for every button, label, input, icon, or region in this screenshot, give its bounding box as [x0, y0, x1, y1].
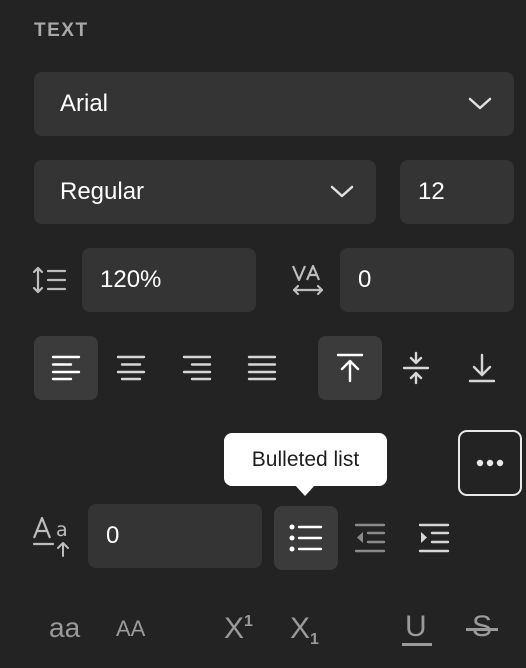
align-middle-button[interactable]	[384, 336, 448, 400]
outdent-icon	[354, 523, 386, 553]
font-style-dropdown[interactable]: Regular	[34, 160, 376, 224]
lowercase-button[interactable]: aa	[49, 612, 80, 644]
align-center-button[interactable]	[99, 336, 163, 400]
letter-spacing-value: 0	[358, 266, 372, 293]
line-height-value: 120%	[100, 266, 162, 293]
more-icon	[476, 459, 504, 467]
subscript-mark: 1	[310, 631, 319, 648]
font-size-input[interactable]: 12	[400, 160, 514, 224]
letter-spacing-icon	[290, 262, 326, 298]
tooltip-arrow	[294, 484, 316, 496]
chevron-down-icon	[468, 97, 492, 111]
font-size-value: 12	[418, 178, 445, 205]
superscript-mark: 1	[244, 613, 253, 630]
paragraph-spacing-value: 0	[106, 522, 120, 549]
underline-letter: U	[405, 610, 427, 643]
strikethrough-letter: S	[472, 610, 493, 643]
section-title: TEXT	[34, 20, 89, 41]
paragraph-spacing-input[interactable]: 0	[88, 504, 262, 568]
align-center-icon	[116, 355, 146, 381]
bulleted-list-button[interactable]	[274, 506, 338, 570]
outdent-button[interactable]	[338, 506, 402, 570]
superscript-base: X	[224, 612, 245, 645]
superscript-button[interactable]: X1	[224, 612, 253, 646]
align-bottom-button[interactable]	[450, 336, 514, 400]
font-style-value: Regular	[60, 178, 145, 205]
letter-spacing-input[interactable]: 0	[340, 248, 514, 312]
svg-text:a: a	[56, 519, 68, 541]
align-top-icon	[336, 353, 364, 383]
align-left-button[interactable]	[34, 336, 98, 400]
chevron-down-icon	[330, 185, 354, 199]
align-top-button[interactable]	[318, 336, 382, 400]
line-height-input[interactable]: 120%	[82, 248, 256, 312]
subscript-button[interactable]: X1	[290, 612, 319, 648]
align-bottom-icon	[468, 353, 496, 383]
strikethrough-bar	[466, 628, 498, 631]
bulleted-list-tooltip: Bulleted list	[224, 433, 387, 486]
align-justify-button[interactable]	[230, 336, 294, 400]
underline-button[interactable]: U	[402, 610, 432, 650]
uppercase-button[interactable]: AA	[116, 616, 145, 642]
indent-button[interactable]	[402, 506, 466, 570]
subscript-base: X	[290, 612, 311, 645]
line-height-icon	[32, 264, 68, 296]
align-justify-icon	[247, 355, 277, 381]
align-right-icon	[182, 355, 212, 381]
align-left-icon	[51, 355, 81, 381]
paragraph-spacing-icon: a	[32, 516, 74, 558]
underline-bar	[402, 643, 432, 646]
more-options-button[interactable]	[458, 430, 522, 496]
strikethrough-button[interactable]: S	[466, 610, 498, 650]
align-middle-icon	[402, 351, 430, 385]
indent-icon	[418, 523, 450, 553]
align-right-button[interactable]	[165, 336, 229, 400]
font-family-dropdown[interactable]: Arial	[34, 72, 514, 136]
bulleted-list-icon	[289, 524, 323, 552]
font-family-value: Arial	[60, 90, 109, 117]
